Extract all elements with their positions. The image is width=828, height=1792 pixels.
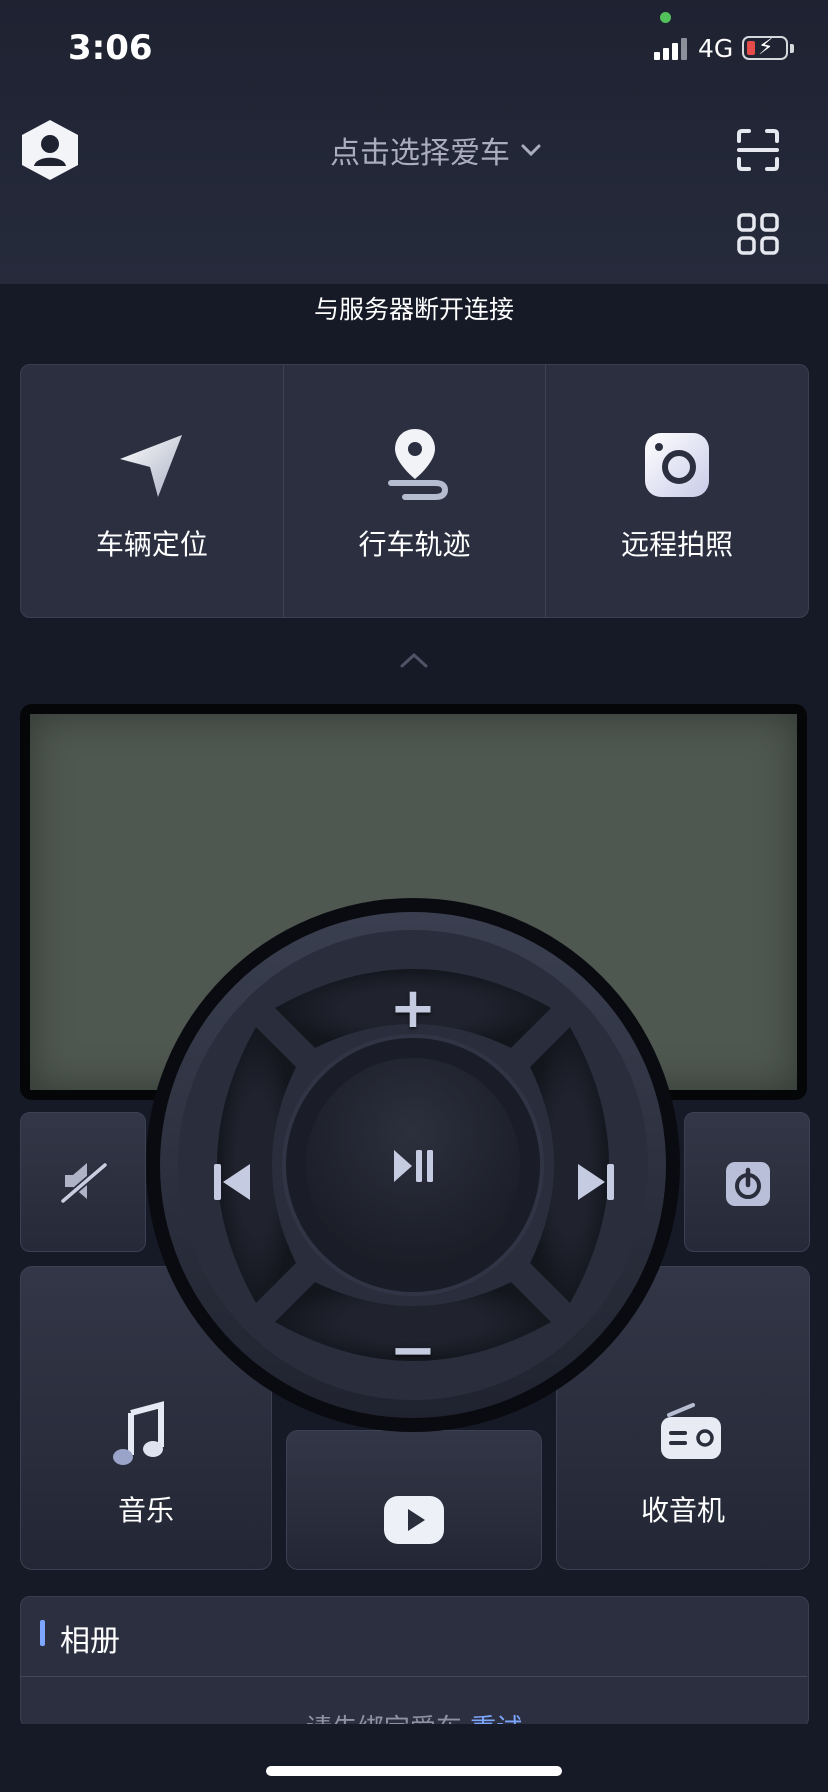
battery-nub: [790, 44, 794, 53]
connection-status-banner: 与服务器断开连接: [313, 295, 514, 324]
mute-button[interactable]: [20, 1112, 146, 1252]
power-icon: [726, 1162, 770, 1206]
car-select-label: 点击选择爱车: [330, 136, 510, 171]
scan-icon[interactable]: [736, 128, 780, 172]
navigation-arrow-icon: [119, 435, 182, 497]
skip-previous-icon: [214, 1164, 250, 1200]
vehicle-location-button[interactable]: 车辆定位: [21, 365, 284, 617]
cellular-signal-icon: [654, 38, 690, 60]
previous-track-button[interactable]: [190, 1110, 290, 1250]
chevron-up-icon[interactable]: [398, 650, 430, 670]
network-type: 4G: [698, 34, 734, 63]
grid-menu-icon[interactable]: [736, 212, 780, 256]
feature-label: 远程拍照: [621, 528, 734, 561]
play-pause-icon: [394, 1150, 433, 1182]
divider: [20, 1676, 807, 1677]
play-pause-button[interactable]: [306, 1058, 520, 1272]
home-indicator[interactable]: [266, 1766, 562, 1776]
car-select-dropdown[interactable]: 点击选择爱车: [330, 128, 570, 172]
album-title: 相册: [60, 1624, 120, 1659]
mute-speaker-icon: [59, 1161, 109, 1205]
next-track-button[interactable]: [536, 1110, 636, 1250]
music-label: 音乐: [117, 1494, 174, 1527]
feature-label: 行车轨迹: [358, 528, 471, 561]
bottom-safe-area: [0, 1724, 828, 1792]
remote-photo-button[interactable]: 远程拍照: [546, 365, 808, 617]
power-button[interactable]: [684, 1112, 810, 1252]
chevron-down-icon: [521, 144, 541, 157]
video-button[interactable]: [286, 1430, 542, 1570]
plus-icon: +: [389, 976, 437, 1041]
driving-track-button[interactable]: 行车轨迹: [284, 365, 547, 617]
volume-down-button[interactable]: −: [320, 1300, 506, 1410]
feature-card: 车辆定位 行车轨迹 远程拍照: [20, 364, 809, 618]
camera-icon: [645, 433, 710, 497]
skip-next-icon: [578, 1164, 614, 1200]
radio-icon: [661, 1403, 721, 1459]
music-note-icon: [113, 1401, 164, 1465]
section-accent-bar: [40, 1620, 45, 1646]
route-pin-icon: [387, 429, 448, 500]
privacy-indicator-dot: [660, 12, 671, 23]
minus-icon: −: [389, 1318, 437, 1383]
video-play-icon: [384, 1496, 444, 1544]
battery-icon: ⚡: [742, 35, 788, 60]
radio-label: 收音机: [640, 1494, 725, 1527]
status-time: 3:06: [68, 28, 153, 68]
feature-label: 车辆定位: [95, 528, 208, 561]
